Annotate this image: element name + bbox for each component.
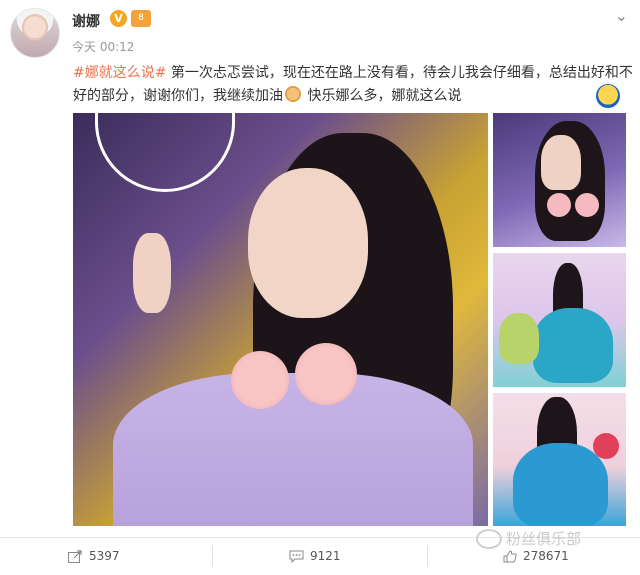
photo-pompom-right <box>295 343 357 405</box>
photo-pompom-left <box>231 351 289 409</box>
thumb2-body <box>533 308 613 383</box>
repost-icon <box>68 549 82 563</box>
bicep-emoji-icon <box>285 86 301 102</box>
wechat-icon <box>476 528 502 549</box>
smiley-emoji-icon <box>596 84 620 108</box>
username[interactable]: 谢娜 <box>72 11 100 31</box>
comment-icon <box>289 550 304 563</box>
watermark-text: 粉丝俱乐部 <box>506 530 582 548</box>
action-separator <box>427 546 428 566</box>
thumb1-face <box>541 135 581 190</box>
thumb3-toy <box>593 433 619 459</box>
heart-frame-decoration <box>95 113 235 192</box>
thumbnail-photo-2[interactable] <box>493 253 626 387</box>
thumb2-plush <box>499 313 539 363</box>
chevron-down-icon[interactable]: ⌄ <box>615 6 628 25</box>
like-count: 278671 <box>523 549 569 563</box>
comment-count: 9121 <box>310 549 341 563</box>
thumb1-pompom-2 <box>575 193 599 217</box>
thumbnail-photo-3[interactable] <box>493 393 626 526</box>
comment-button[interactable]: 9121 <box>289 549 341 563</box>
avatar[interactable] <box>10 8 60 58</box>
hashtag-link[interactable]: #娜就这么说# <box>73 65 166 81</box>
thumb3-body <box>513 443 608 526</box>
thumbs-up-icon <box>503 549 517 562</box>
thumbnail-photo-1[interactable] <box>493 113 626 247</box>
repost-count: 5397 <box>89 549 120 563</box>
photo-body <box>113 373 473 526</box>
repost-button[interactable]: 5397 <box>68 549 120 563</box>
post-text: #娜就这么说# 第一次忐忑尝试，现在还在路上没有看，待会儿我会仔细看，总结出好和… <box>73 62 633 108</box>
post-timestamp[interactable]: 今天 00:12 <box>72 38 134 55</box>
main-photo[interactable] <box>73 113 488 526</box>
photo-hand <box>133 233 171 313</box>
level-badge: 8 <box>131 10 151 27</box>
post-text-part2: 快乐娜么多，娜就这么说 <box>307 88 462 104</box>
like-button[interactable]: 278671 <box>503 549 569 563</box>
action-separator <box>212 546 213 566</box>
thumb1-pompom <box>547 193 571 217</box>
photo-face <box>248 168 368 318</box>
watermark: 粉丝俱乐部 <box>476 528 581 549</box>
verified-badge: V <box>110 10 127 27</box>
